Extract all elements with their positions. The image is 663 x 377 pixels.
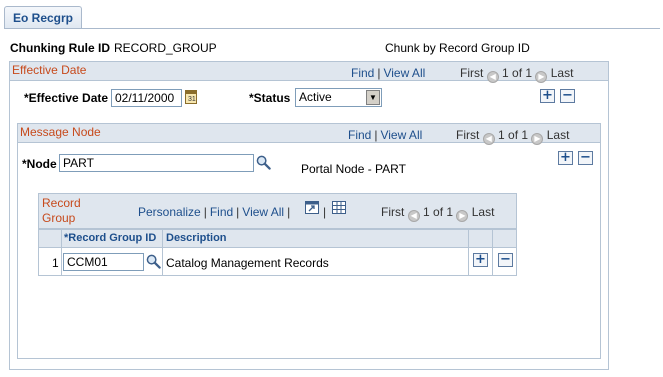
node-description: Portal Node - PART <box>301 162 406 176</box>
lookup-icon[interactable] <box>146 254 161 269</box>
chevron-down-icon[interactable]: ▼ <box>366 90 380 105</box>
row-count: 1 of 1 <box>423 205 454 219</box>
view-all-link[interactable]: View All <box>242 205 284 219</box>
previous-arrow-icon[interactable]: ◀ <box>482 133 495 145</box>
last-label: Last <box>471 205 495 219</box>
delete-record-group-button[interactable]: − <box>498 253 513 267</box>
last-label: Last <box>546 128 570 142</box>
last-label: Last <box>550 66 574 80</box>
column-header-record-group-id[interactable]: *Record Group ID <box>64 232 156 244</box>
message-node-title: Message Node <box>20 125 101 139</box>
effective-date-title: Effective Date <box>12 63 87 77</box>
status-value: Active <box>299 90 332 104</box>
effective-date-field[interactable]: 02/11/2000 <box>111 89 182 107</box>
column-header-description[interactable]: Description <box>166 232 227 244</box>
effective-date-pager: First ◀ 1 of 1 ▶ Last <box>460 66 573 83</box>
first-label: First <box>456 128 480 142</box>
status-label: *Status <box>249 91 291 105</box>
delete-row-button[interactable]: − <box>560 89 575 103</box>
message-node-nav: Find | View All <box>348 128 423 142</box>
first-label: First <box>381 205 405 219</box>
next-arrow-icon[interactable]: ▶ <box>531 133 544 145</box>
row-count: 1 of 1 <box>498 128 529 142</box>
record-group-description: Catalog Management Records <box>166 256 329 270</box>
find-link[interactable]: Find <box>351 66 374 80</box>
calendar-icon[interactable]: 31 <box>185 90 197 104</box>
add-node-button[interactable]: + <box>558 151 573 165</box>
nav-separator: | <box>323 205 327 219</box>
record-group-pager: First ◀ 1 of 1 ▶ Last <box>381 205 494 222</box>
status-select[interactable]: Active ▼ <box>295 88 382 107</box>
record-group-nav: Personalize | Find | View All | <box>138 205 291 219</box>
view-all-link[interactable]: View All <box>383 66 425 80</box>
find-link[interactable]: Find <box>210 205 233 219</box>
personalize-link[interactable]: Personalize <box>138 205 201 219</box>
new-window-icon[interactable] <box>305 201 319 214</box>
record-group-id-field[interactable]: CCM01 <box>63 253 144 271</box>
next-arrow-icon[interactable]: ▶ <box>535 71 548 83</box>
view-all-link[interactable]: View All <box>380 128 422 142</box>
record-group-title: Record Group <box>42 196 81 225</box>
lookup-icon[interactable] <box>256 155 271 170</box>
row-count: 1 of 1 <box>502 66 533 80</box>
node-label: *Node <box>22 157 57 171</box>
add-record-group-button[interactable]: + <box>473 253 488 267</box>
download-grid-icon[interactable] <box>332 201 346 214</box>
previous-arrow-icon[interactable]: ◀ <box>486 71 499 83</box>
chunking-rule-label: Chunking Rule ID <box>10 41 110 55</box>
next-arrow-icon[interactable]: ▶ <box>456 210 469 222</box>
previous-arrow-icon[interactable]: ◀ <box>407 210 420 222</box>
tab-eo-recgrp[interactable]: Eo Recgrp <box>4 6 82 29</box>
row-number: 1 <box>52 256 59 270</box>
add-row-button[interactable]: + <box>540 89 555 103</box>
find-link[interactable]: Find <box>348 128 371 142</box>
delete-node-button[interactable]: − <box>578 151 593 165</box>
effective-date-nav: Find | View All <box>351 66 426 80</box>
effective-date-label: *Effective Date <box>24 91 109 105</box>
node-field[interactable]: PART <box>59 154 254 172</box>
message-node-pager: First ◀ 1 of 1 ▶ Last <box>456 128 569 145</box>
chunking-rule-value: RECORD_GROUP <box>114 41 217 55</box>
first-label: First <box>460 66 484 80</box>
tab-divider <box>4 28 660 29</box>
chunking-rule-description: Chunk by Record Group ID <box>385 41 530 55</box>
